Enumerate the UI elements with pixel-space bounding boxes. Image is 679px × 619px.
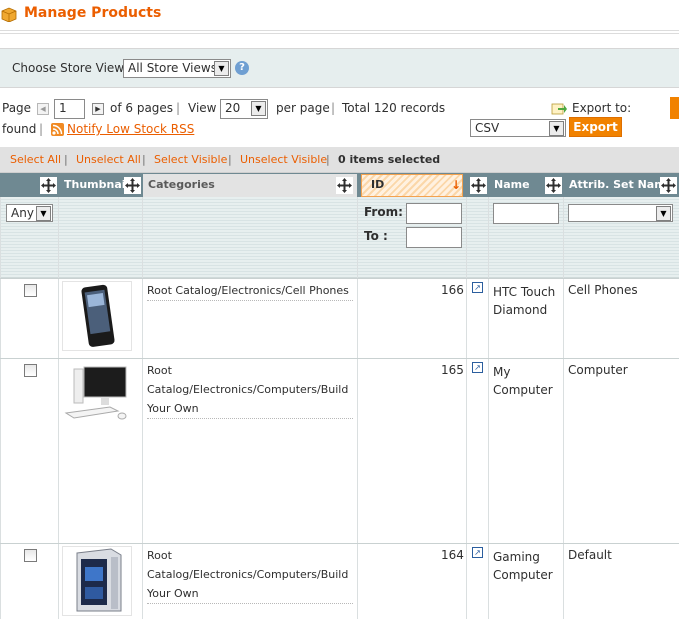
row-checkbox[interactable] <box>24 284 37 297</box>
name-filter-input[interactable] <box>493 203 559 224</box>
chevron-down-icon: ▼ <box>549 121 564 136</box>
column-divider <box>58 197 59 619</box>
row-categories: Root Catalog/Electronics/Cell Phones <box>147 281 353 301</box>
column-attrib-set[interactable]: Attrib. Set Name <box>569 173 673 197</box>
move-column-icon[interactable] <box>545 177 562 194</box>
column-thumbnail[interactable]: Thumbnail <box>64 173 129 197</box>
view-label: View <box>188 101 217 115</box>
next-page-icon[interactable]: ▶ <box>92 103 104 115</box>
row-attrib-set: Cell Phones <box>568 283 638 297</box>
phone-image-icon <box>81 284 115 347</box>
edit-link-icon[interactable]: ↗ <box>472 547 483 558</box>
store-view-select[interactable]: All Store Views ▼ <box>123 59 231 78</box>
move-column-icon[interactable] <box>336 177 353 194</box>
row-id: 164 <box>441 548 464 562</box>
edit-link-icon[interactable]: ↗ <box>472 282 483 293</box>
massaction-separator: | <box>228 153 232 166</box>
pager-separator: | <box>176 101 181 115</box>
row-name: My Computer <box>493 365 553 397</box>
computer-image-icon <box>64 366 127 420</box>
chevron-down-icon: ▼ <box>251 101 266 116</box>
checkbox-filter-select[interactable]: Any ▼ <box>6 204 53 222</box>
export-label: Export to: <box>572 101 632 115</box>
row-attrib-set: Default <box>568 548 612 562</box>
id-to-input[interactable] <box>406 227 462 248</box>
row-attrib-set: Computer <box>568 363 628 377</box>
chevron-down-icon: ▼ <box>656 206 671 221</box>
per-page-label: per page <box>276 101 330 115</box>
row-checkbox[interactable] <box>24 364 37 377</box>
chevron-down-icon: ▼ <box>214 61 229 76</box>
column-divider <box>488 197 489 619</box>
column-divider <box>563 197 564 619</box>
items-selected-count: 0 items selected <box>338 153 441 166</box>
column-divider <box>0 197 1 619</box>
massaction-separator: | <box>326 153 330 166</box>
previous-page-icon[interactable]: ◀ <box>37 103 49 115</box>
move-column-icon[interactable] <box>470 177 487 194</box>
export-format-select[interactable]: CSV ▼ <box>470 119 566 137</box>
gaming-computer-image-icon <box>76 548 122 612</box>
chevron-down-icon: ▼ <box>36 206 51 221</box>
row-name: HTC Touch Diamond <box>493 285 556 317</box>
massaction-separator: | <box>142 153 146 166</box>
row-name: Gaming Computer <box>493 550 553 582</box>
total-records: Total 120 records <box>342 101 446 115</box>
unselect-all-link[interactable]: Unselect All <box>76 153 141 166</box>
found-label: found <box>2 122 37 136</box>
column-divider <box>357 197 358 619</box>
per-page-select[interactable]: 20 ▼ <box>220 99 268 119</box>
pager-separator: | <box>331 101 336 115</box>
pager-separator: | <box>39 122 44 136</box>
id-from-label: From: <box>364 205 403 219</box>
row-divider <box>0 543 679 544</box>
rss-icon <box>51 123 64 136</box>
product-thumbnail <box>62 361 132 427</box>
unselect-visible-link[interactable]: Unselect Visible <box>240 153 327 166</box>
page-label: Page <box>2 101 32 115</box>
column-name[interactable]: Name <box>494 173 530 197</box>
row-divider <box>0 278 679 279</box>
id-from-input[interactable] <box>406 203 462 224</box>
move-column-icon[interactable] <box>40 177 57 194</box>
column-divider <box>466 197 467 619</box>
export-icon <box>551 103 567 115</box>
id-to-label: To : <box>364 229 388 243</box>
row-id: 166 <box>441 283 464 297</box>
select-all-link[interactable]: Select All <box>10 153 61 166</box>
store-view-selected: All Store Views <box>128 61 217 75</box>
page-title: Manage Products <box>24 5 162 21</box>
column-id[interactable]: ID <box>371 173 384 197</box>
export-button[interactable]: Export <box>569 117 622 137</box>
add-product-button-edge[interactable] <box>670 97 679 119</box>
move-column-icon[interactable] <box>660 177 677 194</box>
checkbox-filter-value: Any <box>11 206 34 220</box>
edit-link-icon[interactable]: ↗ <box>472 362 483 373</box>
product-thumbnail <box>62 281 132 351</box>
notify-low-stock-rss-link[interactable]: Notify Low Stock RSS <box>67 122 194 136</box>
row-categories: Root Catalog/Electronics/Computers/Build… <box>147 546 353 604</box>
massaction-separator: | <box>64 153 68 166</box>
move-column-icon[interactable] <box>124 177 141 194</box>
box-icon <box>1 7 17 22</box>
sort-desc-icon: ↓ <box>451 178 462 192</box>
select-visible-link[interactable]: Select Visible <box>154 153 227 166</box>
help-icon[interactable]: ? <box>235 61 249 75</box>
row-divider <box>0 358 679 359</box>
export-format-value: CSV <box>475 121 500 135</box>
column-categories[interactable]: Categories <box>148 173 215 197</box>
page-count: of 6 pages <box>110 101 174 115</box>
store-view-label: Choose Store View: <box>12 61 128 75</box>
row-checkbox[interactable] <box>24 549 37 562</box>
row-id: 165 <box>441 363 464 377</box>
page-input[interactable]: 1 <box>54 99 85 119</box>
per-page-value: 20 <box>225 101 241 115</box>
product-thumbnail <box>62 546 132 616</box>
row-categories: Root Catalog/Electronics/Computers/Build… <box>147 361 353 419</box>
attrib-set-filter-select[interactable]: ▼ <box>568 204 673 222</box>
column-divider <box>142 197 143 619</box>
title-divider <box>0 30 679 34</box>
